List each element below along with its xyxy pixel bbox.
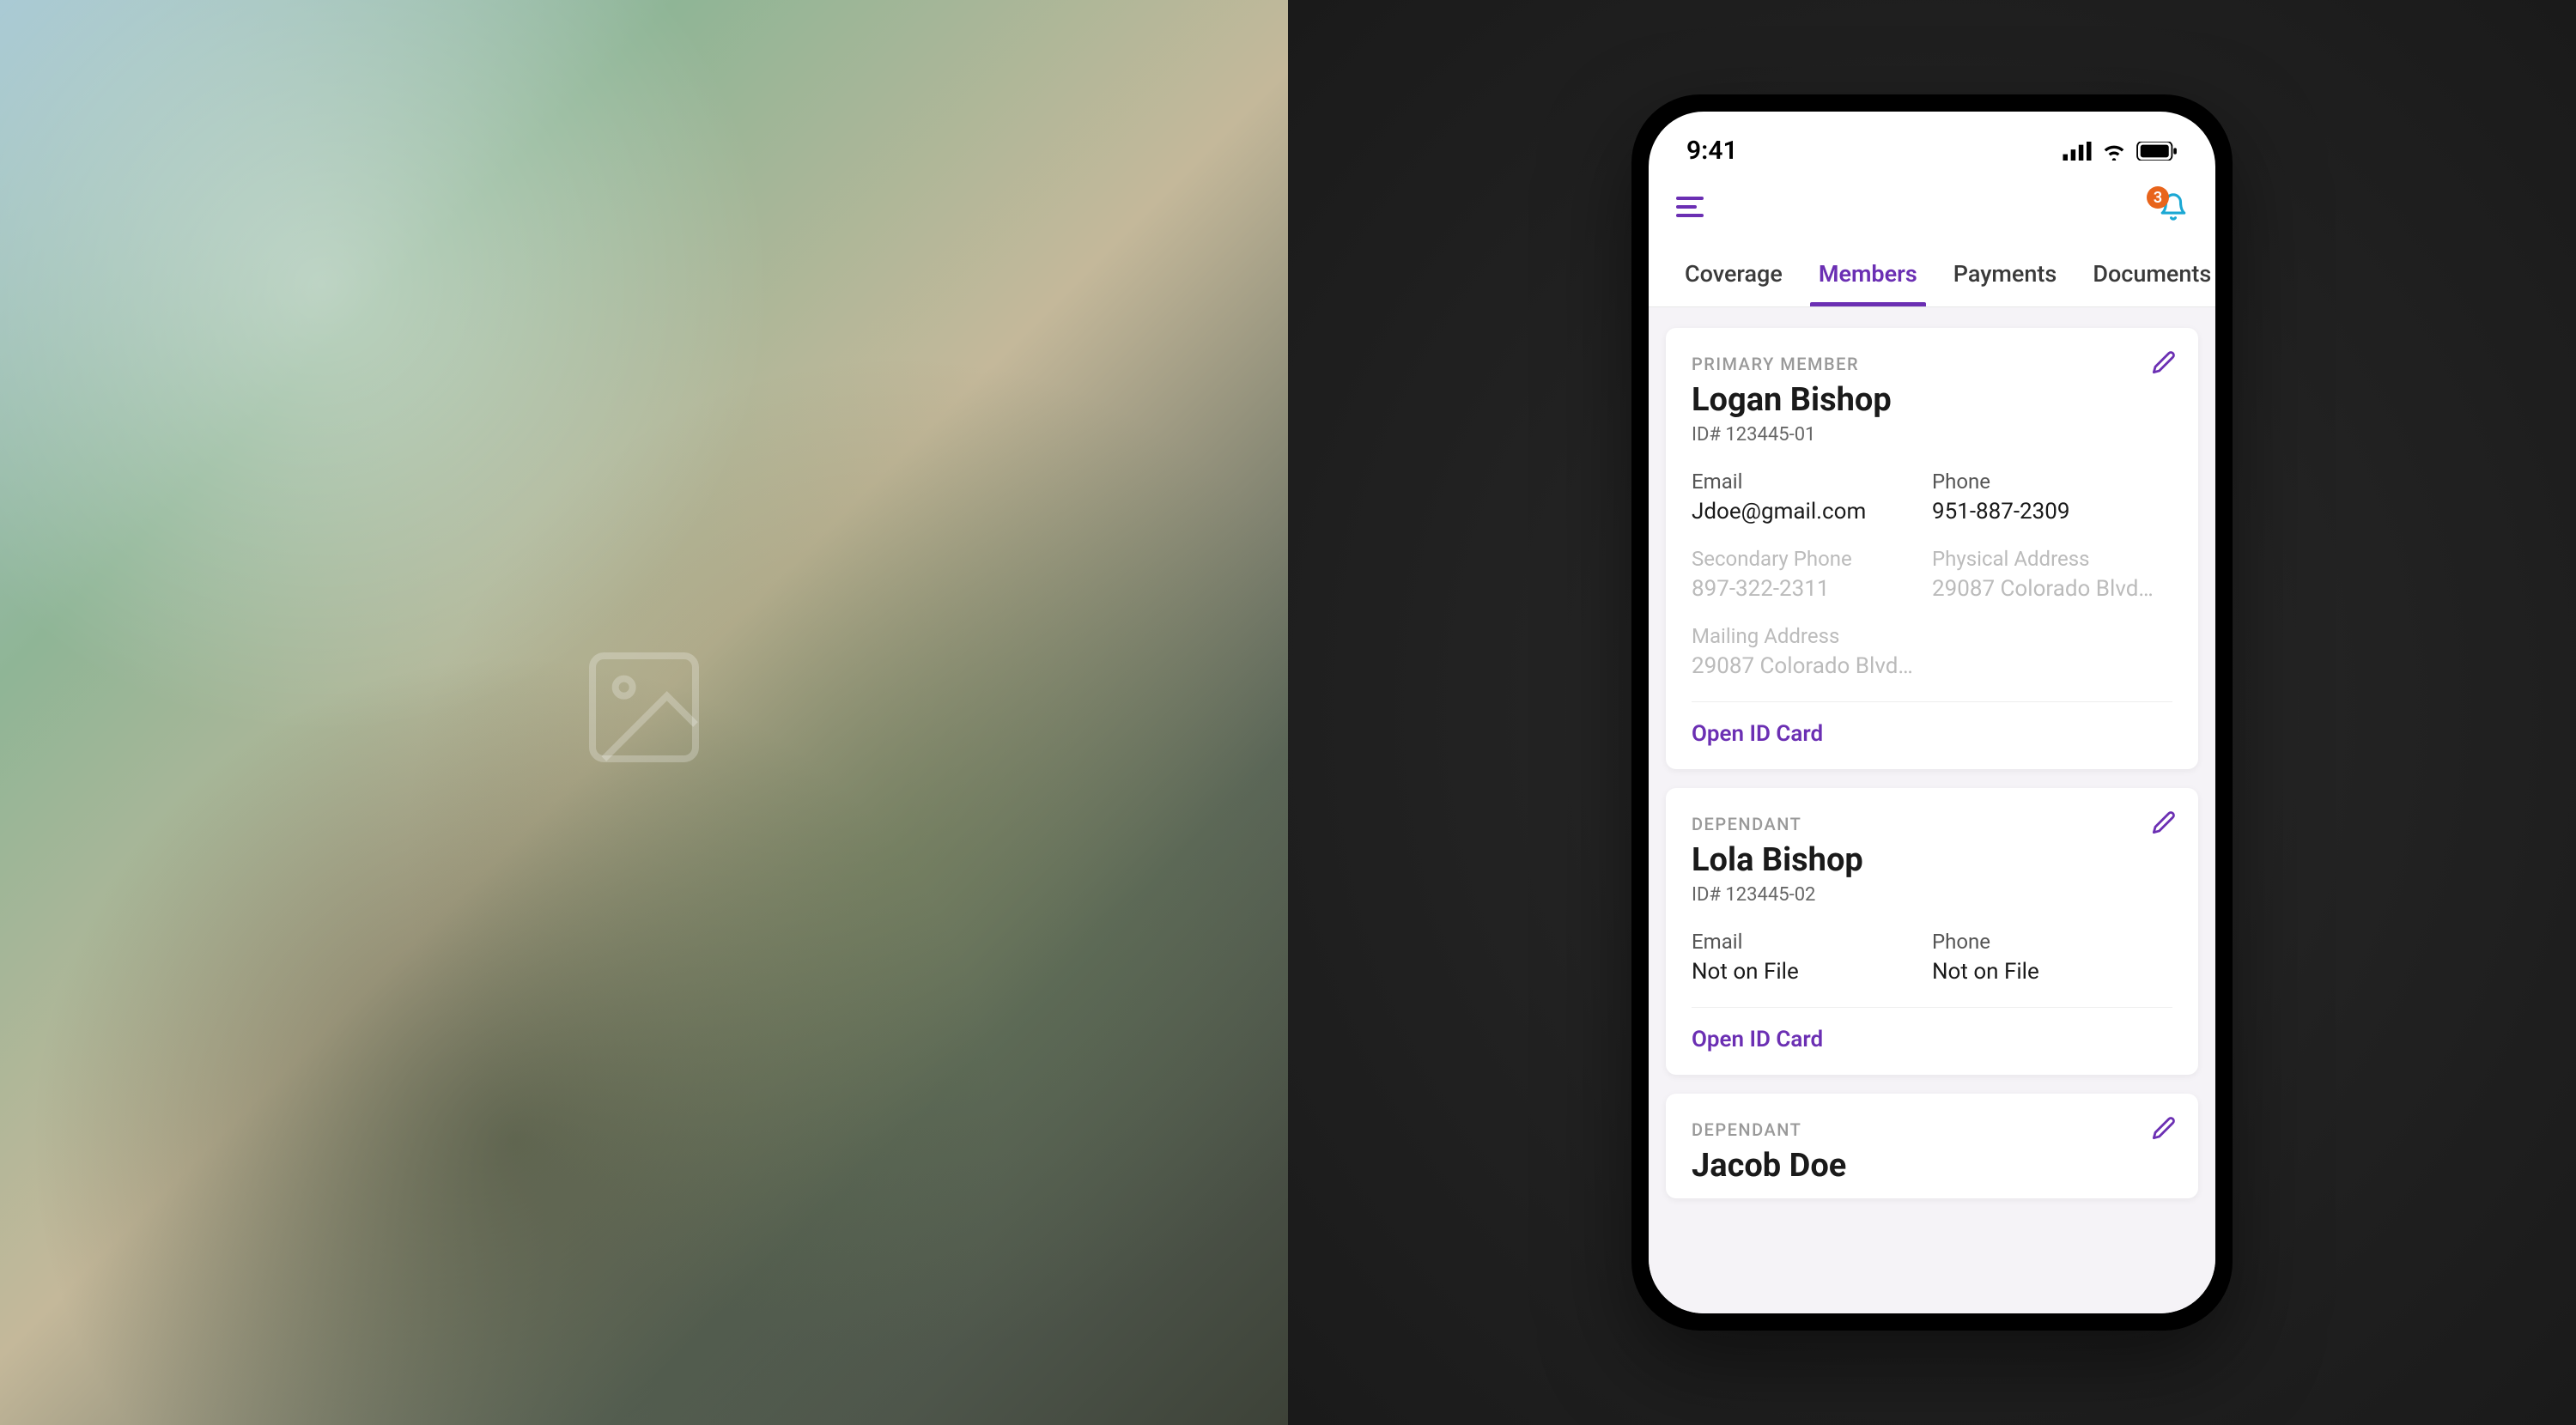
- edit-button[interactable]: [2152, 810, 2176, 838]
- field-email: Email Not on File: [1692, 930, 1932, 985]
- battery-icon: [2136, 142, 2178, 161]
- member-name: Logan Bishop: [1692, 381, 2172, 419]
- members-content[interactable]: PRIMARY MEMBER Logan Bishop ID# 123445-0…: [1649, 307, 2215, 1313]
- member-card-dependant: DEPENDANT Jacob Doe: [1666, 1094, 2198, 1198]
- phone-screen: 9:41 3 Coverage: [1649, 112, 2215, 1313]
- member-name: Lola Bishop: [1692, 841, 2172, 879]
- member-card-primary: PRIMARY MEMBER Logan Bishop ID# 123445-0…: [1666, 328, 2198, 769]
- field-email: Email Jdoe@gmail.com: [1692, 470, 1932, 525]
- member-role: PRIMARY MEMBER: [1692, 354, 2172, 374]
- edit-button[interactable]: [2152, 1116, 2176, 1143]
- pencil-icon: [2152, 350, 2176, 374]
- pencil-icon: [2152, 1116, 2176, 1140]
- notification-badge: 3: [2147, 186, 2169, 209]
- tab-documents[interactable]: Documents: [2077, 243, 2215, 306]
- tab-payments[interactable]: Payments: [1938, 243, 2073, 306]
- field-mailing-address: Mailing Address 29087 Colorado Blvd…: [1692, 624, 1932, 679]
- tab-bar: Coverage Members Payments Documents: [1649, 243, 2215, 307]
- divider: [1692, 701, 2172, 702]
- photo-placeholder: [575, 639, 713, 786]
- tab-members[interactable]: Members: [1803, 243, 1933, 306]
- phone-frame: 9:41 3 Coverage: [1631, 94, 2233, 1331]
- status-bar: 9:41: [1649, 112, 2215, 176]
- field-physical-address: Physical Address 29087 Colorado Blvd…: [1932, 547, 2172, 602]
- tab-coverage[interactable]: Coverage: [1669, 243, 1798, 306]
- menu-button[interactable]: [1676, 197, 1704, 217]
- device-showcase: 9:41 3 Coverage: [1288, 0, 2576, 1425]
- edit-button[interactable]: [2152, 350, 2176, 378]
- pencil-icon: [2152, 810, 2176, 834]
- member-id: ID# 123445-02: [1692, 884, 2172, 906]
- open-id-card-link[interactable]: Open ID Card: [1692, 721, 2172, 747]
- wifi-icon: [2100, 142, 2128, 161]
- divider: [1692, 1007, 2172, 1008]
- field-phone: Phone Not on File: [1932, 930, 2172, 985]
- hero-photo: [0, 0, 1288, 1425]
- field-secondary-phone: Secondary Phone 897-322-2311: [1692, 547, 1932, 602]
- status-time: 9:41: [1686, 136, 1738, 166]
- member-id: ID# 123445-01: [1692, 424, 2172, 446]
- member-card-dependant: DEPENDANT Lola Bishop ID# 123445-02 Emai…: [1666, 788, 2198, 1075]
- member-role: DEPENDANT: [1692, 1119, 2172, 1140]
- field-phone: Phone 951-887-2309: [1932, 470, 2172, 525]
- member-role: DEPENDANT: [1692, 814, 2172, 834]
- signal-icon: [2063, 142, 2092, 161]
- member-name: Jacob Doe: [1692, 1147, 2172, 1185]
- notifications-button[interactable]: 3: [2159, 191, 2188, 222]
- status-icons: [2063, 142, 2178, 161]
- open-id-card-link[interactable]: Open ID Card: [1692, 1027, 2172, 1052]
- app-header: 3: [1649, 176, 2215, 243]
